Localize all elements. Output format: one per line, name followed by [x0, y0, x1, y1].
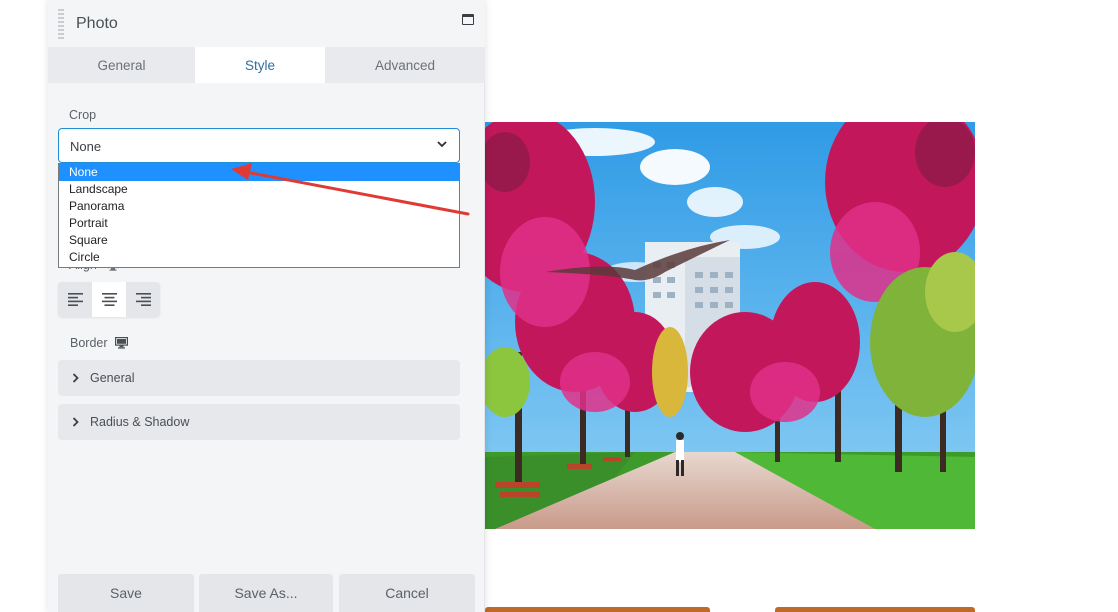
builder-canvas: Photo General Style Advanced Crop None A… [0, 0, 1118, 612]
chevron-down-icon [437, 141, 447, 148]
save-as-button[interactable]: Save As... [199, 574, 333, 612]
park-photo-image [485, 122, 975, 529]
crop-option-landscape[interactable]: Landscape [59, 181, 459, 198]
border-label: Border [70, 336, 108, 350]
chevron-right-icon [72, 373, 79, 383]
align-left-icon [67, 293, 83, 306]
save-button[interactable]: Save [58, 574, 194, 612]
cancel-button[interactable]: Cancel [339, 574, 475, 612]
align-right-button[interactable] [126, 282, 160, 317]
crop-options-list: None Landscape Panorama Portrait Square … [58, 163, 460, 268]
drag-handle-icon[interactable] [58, 9, 64, 39]
align-center-icon [101, 293, 117, 306]
panel-title: Photo [76, 15, 118, 32]
radius-shadow-section[interactable]: Radius & Shadow [58, 404, 460, 440]
page-content-strip [485, 607, 710, 612]
crop-option-panorama[interactable]: Panorama [59, 198, 459, 215]
page-content-strip [775, 607, 975, 612]
tab-general[interactable]: General [48, 47, 195, 83]
align-right-icon [135, 293, 151, 306]
maximize-icon[interactable] [462, 14, 474, 25]
photo-settings-panel: Photo General Style Advanced Crop None A… [48, 0, 485, 612]
border-general-section[interactable]: General [58, 360, 460, 396]
crop-option-none[interactable]: None [59, 164, 459, 181]
park-photo[interactable] [485, 122, 975, 529]
border-general-label: General [90, 371, 135, 385]
chevron-right-icon [72, 417, 79, 427]
panel-tabs: General Style Advanced [48, 47, 485, 83]
radius-shadow-label: Radius & Shadow [90, 415, 190, 429]
responsive-monitor-icon[interactable] [115, 337, 128, 349]
align-left-button[interactable] [58, 282, 92, 317]
align-center-button[interactable] [92, 282, 126, 317]
crop-option-square[interactable]: Square [59, 232, 459, 249]
crop-select-value: None [70, 139, 102, 154]
align-button-group [58, 282, 160, 317]
crop-option-portrait[interactable]: Portrait [59, 215, 459, 232]
panel-header: Photo [48, 0, 485, 47]
crop-label: Crop [69, 108, 97, 122]
crop-option-circle[interactable]: Circle [59, 249, 459, 266]
tab-style[interactable]: Style [195, 47, 325, 83]
crop-select[interactable]: None [58, 128, 460, 163]
tab-advanced[interactable]: Advanced [325, 47, 485, 83]
